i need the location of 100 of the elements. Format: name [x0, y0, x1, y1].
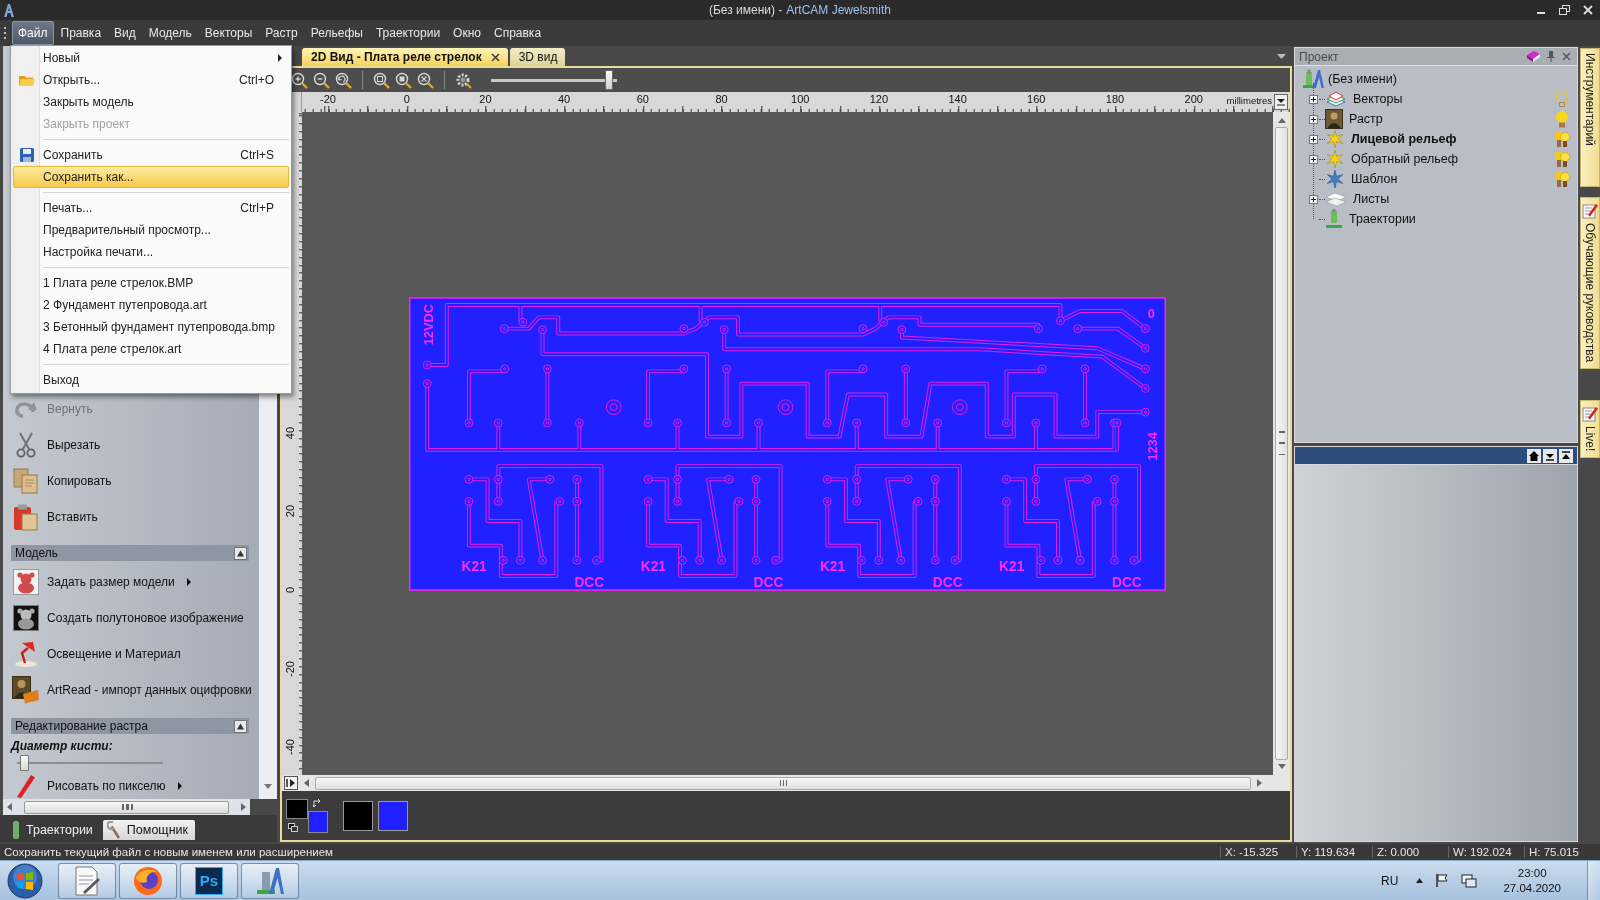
menu-entry[interactable]: Выход [13, 369, 289, 391]
expand-icon[interactable] [1309, 194, 1318, 204]
menu-entry[interactable]: Сохранить как... [13, 166, 289, 188]
menu-entry[interactable]: Открыть... Ctrl+O [13, 69, 289, 91]
house-icon[interactable] [1527, 448, 1541, 463]
command-item[interactable]: Задать размер модели [11, 564, 195, 600]
menu-item[interactable]: Рельефы [304, 21, 369, 45]
tree-item[interactable]: Шаблон [1325, 169, 1398, 189]
collapse-icon[interactable] [234, 546, 247, 560]
scrollbar-thumb[interactable] [315, 776, 1251, 790]
menu-entry[interactable]: Печать... Ctrl+P [13, 197, 289, 219]
horizontal-scrollbar[interactable] [3, 799, 250, 815]
magnifier-arrow-icon[interactable] [335, 71, 352, 89]
menu-item[interactable]: Векторы [198, 21, 259, 45]
tool-item[interactable]: Вставить [11, 499, 102, 535]
right-arrow-icon[interactable] [1257, 779, 1262, 787]
color-swatch[interactable] [378, 800, 408, 831]
menu-item[interactable]: Окно [447, 21, 487, 45]
menu-entry[interactable]: Новый [13, 47, 289, 69]
menu-entry[interactable]: Закрыть модель [13, 91, 289, 113]
mini-swatches-icon[interactable] [288, 822, 298, 832]
flag-icon[interactable] [1435, 873, 1450, 888]
section-header[interactable]: Модель [11, 545, 249, 561]
down-arrow-icon[interactable] [1277, 764, 1286, 769]
lightbulb-icon[interactable] [1553, 110, 1571, 128]
expand-icon[interactable] [1309, 154, 1318, 164]
zoom-out-icon[interactable] [313, 71, 330, 89]
menu-entry[interactable]: Настройка печати... [13, 241, 289, 263]
scroll-end-icon[interactable] [284, 776, 298, 790]
tree-item[interactable]: (Без имени) [1295, 69, 1397, 89]
menu-entry[interactable]: 2 Фундамент путепровода.art [13, 294, 289, 316]
menu-entry[interactable]: 3 Бетонный фундамент путепровода.bmp [13, 316, 289, 338]
menu-item[interactable]: Вид [108, 21, 142, 45]
double-lightbulb-icon[interactable] [1553, 130, 1571, 148]
side-tab[interactable]: Live! [1580, 399, 1600, 459]
tool-item[interactable]: Копировать [11, 463, 116, 499]
magnifier-frame-icon[interactable] [373, 71, 390, 89]
close-icon[interactable] [490, 52, 500, 62]
tree-item[interactable]: Растр [1325, 109, 1383, 129]
right-arrow-icon[interactable] [241, 803, 246, 811]
magnifier-cross-icon[interactable] [417, 71, 434, 89]
panel-tab[interactable]: Помощник [102, 820, 195, 840]
vertical-scrollbar[interactable] [1273, 112, 1290, 775]
start-orb-icon[interactable] [7, 862, 43, 899]
down-arrow-icon[interactable] [264, 784, 272, 789]
dropdown-arrow-icon[interactable] [1277, 54, 1286, 59]
double-lightbulb-icon[interactable] [1553, 170, 1571, 188]
tree-item[interactable]: Листы [1325, 190, 1390, 208]
command-item[interactable]: ArtRead - импорт данных оцифровки [11, 672, 256, 708]
slider-thumb[interactable] [19, 755, 29, 771]
book-icon[interactable] [1527, 51, 1540, 62]
menu-item[interactable]: Модель [142, 21, 198, 45]
taskbar-button[interactable] [241, 862, 299, 899]
show-desktop-button[interactable] [1587, 860, 1600, 900]
expand-icon[interactable] [1309, 114, 1318, 124]
section-header[interactable]: Редактирование растра [11, 718, 249, 734]
menu-entry[interactable]: Сохранить Ctrl+S [13, 144, 289, 166]
left-arrow-icon[interactable] [7, 803, 12, 811]
command-item[interactable]: Освещение и Материал [11, 636, 185, 672]
menu-item[interactable]: Справка [488, 21, 548, 45]
zoom-in-icon[interactable] [291, 71, 308, 89]
tree-item[interactable]: Траектории [1325, 209, 1416, 229]
gear-icon[interactable] [455, 71, 472, 89]
side-tab[interactable]: Обучающие руководства [1580, 196, 1600, 369]
menu-entry[interactable]: Предварительный просмотр... [13, 219, 289, 241]
taskbar-button[interactable] [119, 862, 177, 899]
collapse-icon[interactable] [234, 719, 247, 733]
tree-item[interactable]: Векторы [1325, 89, 1403, 109]
color-swatch[interactable] [308, 810, 328, 833]
tree-item[interactable]: Лицевой рельеф [1325, 129, 1457, 149]
swap-arrows-icon[interactable] [313, 798, 322, 808]
slider-thumb[interactable] [605, 70, 614, 90]
expand-icon[interactable] [1309, 94, 1318, 104]
tree-item[interactable]: Обратный рельеф [1325, 149, 1459, 169]
taskbar-button[interactable]: Ps [180, 862, 238, 899]
overlapping-windows-icon[interactable] [1461, 873, 1478, 888]
taskbar-button[interactable] [58, 862, 116, 899]
menu-item[interactable]: Файл [12, 21, 54, 45]
side-tab[interactable]: Инструментарий [1580, 48, 1600, 187]
menu-item[interactable]: Правка [54, 21, 108, 45]
horizontal-scrollbar[interactable] [282, 775, 1290, 791]
view-tab[interactable]: 3D вид [509, 48, 566, 66]
pin-icon[interactable] [1547, 51, 1555, 62]
menu-entry[interactable]: 1 Плата реле стрелок.BMP [13, 272, 289, 294]
tool-item[interactable]: Вырезать [11, 427, 105, 463]
magnifier-square-icon[interactable] [395, 71, 412, 89]
menu-entry[interactable]: 4 Плата реле стрелок.art [13, 338, 289, 360]
menu-item[interactable]: Траектории [369, 21, 447, 45]
expand-icon[interactable] [1309, 134, 1318, 144]
left-arrow-icon[interactable] [304, 779, 309, 787]
color-swatch[interactable] [286, 798, 308, 819]
command-item[interactable]: Создать полутоновое изображение [11, 600, 248, 636]
language-indicator[interactable]: RU [1381, 873, 1399, 888]
tray-arrow-icon[interactable] [1416, 878, 1424, 883]
view-tab[interactable]: 2D Вид - Плата реле стрелок [302, 48, 508, 66]
color-swatch[interactable] [343, 800, 373, 831]
scrollbar-thumb[interactable] [1275, 127, 1288, 760]
scrollbar-thumb[interactable] [24, 800, 229, 814]
dropdown-button-icon[interactable] [1274, 94, 1288, 110]
menu-item[interactable]: Растр [259, 21, 304, 45]
